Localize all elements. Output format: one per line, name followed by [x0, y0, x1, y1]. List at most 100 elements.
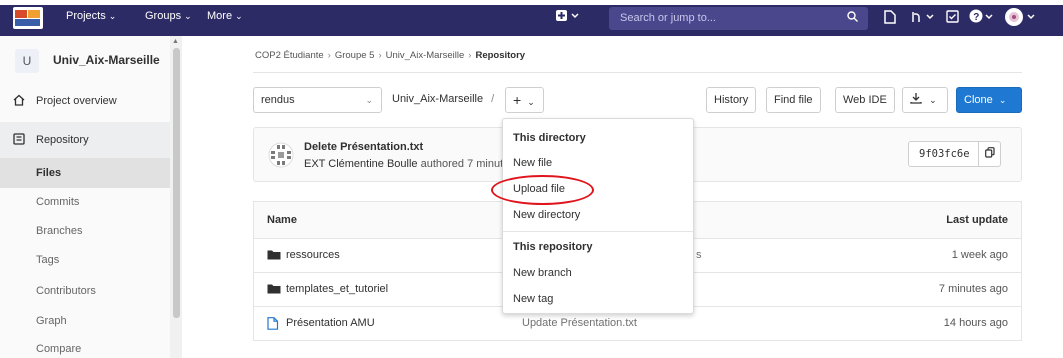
commit-title[interactable]: Delete Présentation.txt: [304, 141, 423, 153]
gitlab-logo[interactable]: [13, 7, 43, 29]
download-button[interactable]: ⌄: [902, 87, 948, 113]
sidebar-scrollbar-thumb[interactable]: [173, 48, 180, 318]
folder-icon: [267, 249, 281, 260]
repo-path-root[interactable]: Univ_Aix-Marseille: [392, 93, 483, 105]
help-icon[interactable]: ?: [969, 9, 995, 27]
sidebar-item-tags[interactable]: Tags: [0, 245, 170, 275]
file-icon: [267, 317, 281, 330]
chevron-right-icon: ›: [327, 50, 331, 61]
todos-icon[interactable]: [946, 10, 960, 27]
project-name: Univ_Aix-Marseille: [53, 53, 160, 67]
chevron-down-icon: ⌄: [527, 97, 535, 107]
column-last-update: Last update: [946, 214, 1008, 226]
sidebar-item-label: Repository: [36, 134, 89, 146]
sidebar-item-branches[interactable]: Branches: [0, 216, 170, 246]
dropdown-header-repository: This repository: [513, 241, 593, 253]
sidebar-project-header[interactable]: U Univ_Aix-Marseille: [0, 36, 182, 86]
chevron-right-icon: ›: [468, 50, 472, 61]
plus-icon: +: [513, 92, 522, 108]
menu-item-new-tag[interactable]: New tag: [513, 293, 553, 305]
top-navbar: Projects ⌄ Groups ⌄ More ⌄ Search or jump t…: [0, 0, 1063, 36]
column-name: Name: [267, 214, 297, 226]
home-icon: [13, 94, 25, 109]
breadcrumb: COP2 Étudiante › Groupe 5 › Univ_Aix-Marseil…: [255, 50, 525, 61]
breadcrumb-item[interactable]: COP2 Étudiante: [255, 50, 324, 61]
breadcrumb-item[interactable]: Univ_Aix-Marseille: [386, 50, 465, 61]
project-sidebar: U Univ_Aix-Marseille Project overview Re…: [0, 36, 182, 358]
commit-message[interactable]: Update Présentation.txt: [522, 317, 637, 329]
dropdown-header-directory: This directory: [513, 132, 586, 144]
web-ide-button[interactable]: Web IDE: [835, 87, 895, 113]
chevron-down-icon: ⌄: [108, 11, 117, 21]
commit-meta: EXT Clémentine Boulle authored 7 minut: [304, 158, 503, 170]
sidebar-item-graph[interactable]: Graph: [0, 306, 170, 336]
commit-sha-text: 9f03fc6e: [919, 148, 970, 160]
sidebar-item-label: Graph: [36, 315, 67, 327]
breadcrumb-current[interactable]: Repository: [475, 50, 525, 61]
file-name[interactable]: Présentation AMU: [286, 317, 375, 329]
menu-item-new-branch[interactable]: New branch: [513, 267, 572, 279]
last-update: 1 week ago: [951, 249, 1008, 261]
nav-groups[interactable]: Groups ⌄: [145, 10, 192, 22]
sidebar-item-contributors[interactable]: Contributors: [0, 276, 170, 306]
menu-item-new-directory[interactable]: New directory: [513, 209, 580, 221]
clone-label: Clone: [964, 94, 993, 106]
sidebar-item-label: Compare: [36, 343, 82, 355]
dropdown-divider: [503, 231, 693, 232]
find-file-button[interactable]: Find file: [766, 87, 821, 113]
chevron-down-icon: ⌄: [235, 11, 243, 21]
download-icon: [910, 93, 925, 106]
divider: [253, 72, 1022, 73]
project-avatar: U: [15, 49, 39, 73]
path-separator: /: [491, 93, 495, 105]
nav-more[interactable]: More ⌄: [207, 10, 243, 22]
commit-author-avatar[interactable]: [268, 142, 294, 168]
sidebar-item-label: Contributors: [36, 285, 96, 297]
breadcrumb-item[interactable]: Groupe 5: [335, 50, 375, 61]
chevron-down-icon: ⌄: [929, 95, 937, 105]
new-item-icon[interactable]: [555, 8, 581, 27]
commit-author[interactable]: EXT Clémentine Boulle: [304, 158, 418, 170]
commit-sha[interactable]: 9f03fc6e: [908, 141, 1001, 167]
clone-button[interactable]: Clone ⌄: [956, 87, 1022, 113]
sidebar-item-repository[interactable]: Repository: [0, 122, 170, 158]
chevron-down-icon: ⌄: [184, 11, 192, 21]
history-button[interactable]: History: [706, 87, 757, 113]
branch-name: rendus: [261, 94, 295, 106]
top-rule: [0, 0, 1063, 5]
issues-icon[interactable]: [883, 10, 897, 27]
file-name[interactable]: templates_et_tutoriel: [286, 283, 388, 295]
sidebar-item-commits[interactable]: Commits: [0, 187, 170, 217]
search-input[interactable]: Search or jump to...: [609, 7, 868, 30]
svg-text:?: ?: [973, 12, 979, 23]
last-update: 7 minutes ago: [938, 283, 1008, 295]
sidebar-item-project-overview[interactable]: Project overview: [0, 86, 170, 116]
nav-projects[interactable]: Projects ⌄: [66, 10, 116, 22]
commit-time: authored 7 minut: [420, 158, 504, 170]
repository-icon: [13, 133, 25, 148]
sidebar-item-label: Project overview: [36, 95, 117, 107]
user-avatar-icon[interactable]: [1004, 7, 1044, 30]
commit-message[interactable]: s: [696, 249, 702, 261]
merge-requests-icon[interactable]: [910, 10, 936, 27]
sidebar-item-label: Tags: [36, 254, 60, 266]
highlight-annotation-ring: [491, 175, 594, 205]
add-to-tree-button[interactable]: + ⌄: [505, 87, 544, 113]
scroll-up-icon[interactable]: ▲: [172, 38, 179, 45]
repo-path: Univ_Aix-Marseille /: [392, 93, 494, 105]
sidebar-item-label: Files: [36, 167, 62, 179]
chevron-down-icon: ⌄: [998, 95, 1007, 105]
sidebar-item-compare[interactable]: Compare: [0, 334, 170, 358]
chevron-down-icon: ⌄: [365, 95, 373, 105]
sidebar-item-label: Branches: [36, 225, 83, 237]
sidebar-item-files[interactable]: Files: [0, 158, 170, 188]
copy-icon[interactable]: [978, 142, 1000, 166]
add-menu-dropdown: This directory New file Upload file New …: [502, 118, 694, 314]
folder-icon: [267, 283, 281, 294]
menu-item-new-file[interactable]: New file: [513, 157, 552, 169]
search-icon: [847, 11, 858, 25]
branch-select[interactable]: rendus ⌄: [253, 87, 382, 113]
file-name[interactable]: ressources: [286, 249, 340, 261]
sidebar-item-label: Commits: [36, 196, 80, 208]
chevron-right-icon: ›: [378, 50, 382, 61]
